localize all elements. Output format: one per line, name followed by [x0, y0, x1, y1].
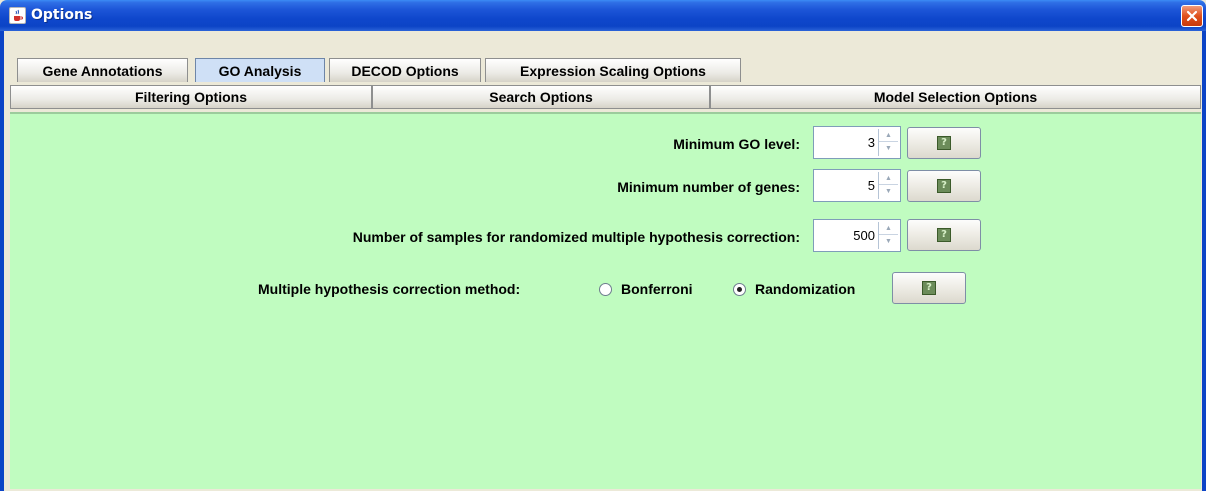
spinner-value: 500: [853, 228, 875, 243]
options-window: Options Gene Annotations GO Analysis DEC…: [0, 0, 1206, 491]
num-samples-help-button[interactable]: ?: [907, 219, 981, 251]
bonferroni-radio[interactable]: [599, 283, 612, 296]
correction-method-help-button[interactable]: ?: [892, 272, 966, 304]
close-icon[interactable]: [1181, 5, 1203, 27]
tab-go-analysis[interactable]: GO Analysis: [195, 58, 325, 82]
go-analysis-panel: [10, 112, 1201, 489]
tab-label: Model Selection Options: [873, 89, 1038, 105]
tab-decod-options[interactable]: DECOD Options: [329, 58, 481, 82]
help-icon: ?: [937, 179, 951, 193]
tab-label: GO Analysis: [218, 62, 302, 79]
window-border-left: [0, 31, 4, 491]
min-genes-spinner[interactable]: 5 ▲ ▼: [813, 169, 901, 202]
spinner-arrows: ▲ ▼: [878, 172, 898, 199]
help-icon: ?: [922, 281, 936, 295]
randomization-radio[interactable]: [733, 283, 746, 296]
help-icon: ?: [937, 136, 951, 150]
tab-label: Expression Scaling Options: [520, 62, 706, 79]
spinner-up-icon[interactable]: ▲: [879, 222, 898, 235]
min-genes-label: Minimum number of genes:: [617, 179, 800, 195]
tab-filtering-options[interactable]: Filtering Options: [10, 85, 372, 109]
bonferroni-label[interactable]: Bonferroni: [621, 281, 693, 297]
tab-label: Search Options: [489, 89, 593, 105]
min-genes-help-button[interactable]: ?: [907, 170, 981, 202]
correction-method-label: Multiple hypothesis correction method:: [258, 281, 521, 297]
tab-expression-scaling-options[interactable]: Expression Scaling Options: [485, 58, 741, 82]
tab-model-selection-options[interactable]: Model Selection Options: [710, 85, 1201, 109]
tab-label: Filtering Options: [135, 89, 247, 105]
spinner-value: 5: [867, 178, 875, 193]
spinner-up-icon[interactable]: ▲: [879, 172, 898, 185]
min-go-level-spinner[interactable]: 3 ▲ ▼: [813, 126, 901, 159]
window-border-right: [1202, 31, 1206, 491]
spinner-arrows: ▲ ▼: [878, 129, 898, 156]
tab-gene-annotations[interactable]: Gene Annotations: [17, 58, 188, 82]
tab-search-options[interactable]: Search Options: [372, 85, 710, 109]
tab-label: DECOD Options: [351, 62, 459, 79]
spinner-down-icon[interactable]: ▼: [879, 235, 898, 248]
spinner-arrows: ▲ ▼: [878, 222, 898, 249]
randomization-label[interactable]: Randomization: [755, 281, 855, 297]
java-cup-icon: [9, 7, 26, 24]
spinner-down-icon[interactable]: ▼: [879, 142, 898, 155]
spinner-up-icon[interactable]: ▲: [879, 129, 898, 142]
min-go-level-help-button[interactable]: ?: [907, 127, 981, 159]
min-go-level-label: Minimum GO level:: [673, 136, 800, 152]
help-icon: ?: [937, 228, 951, 242]
spinner-value: 3: [867, 135, 875, 150]
tab-label: Gene Annotations: [42, 62, 163, 79]
title-bar[interactable]: Options: [0, 0, 1206, 31]
window-title: Options: [31, 7, 93, 23]
num-samples-spinner[interactable]: 500 ▲ ▼: [813, 219, 901, 252]
num-samples-label: Number of samples for randomized multipl…: [352, 229, 800, 245]
spinner-down-icon[interactable]: ▼: [879, 185, 898, 198]
